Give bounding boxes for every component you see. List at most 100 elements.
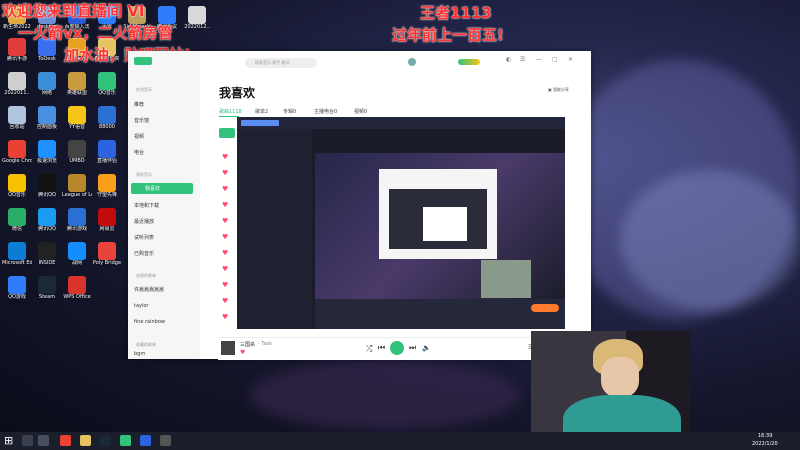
desktop-icon[interactable]: QQ音乐: [2, 174, 32, 198]
desktop-icon[interactable]: QQ游戏: [2, 276, 32, 300]
sidebar-section: 我的音乐: [136, 172, 152, 177]
album-cover[interactable]: [221, 341, 235, 355]
song-title: 三国杀: [240, 342, 256, 348]
sidebar-playlist[interactable]: bgm: [134, 351, 145, 357]
desktop-icon[interactable]: Microsoft Edge: [2, 242, 32, 266]
tab-playlists[interactable]: 歌单2: [255, 108, 268, 115]
sidebar-item-radio[interactable]: 电台: [134, 149, 144, 156]
desktop-icon[interactable]: 控制面板: [32, 106, 62, 130]
play-button[interactable]: [390, 341, 404, 355]
sidebar-playlist[interactable]: fine rainbow: [134, 319, 165, 325]
sidebar-item-recommend[interactable]: 推荐: [134, 101, 144, 108]
start-icon[interactable]: ⊞: [4, 434, 13, 447]
tab-albums[interactable]: 专辑0: [283, 108, 296, 115]
sidebar-item-trial[interactable]: 试听列表: [134, 234, 154, 241]
desktop-icon-label: QQ音乐: [98, 90, 116, 96]
sidebar-item-purchased[interactable]: 已购音乐: [134, 250, 154, 257]
close-icon[interactable]: ✕: [568, 56, 573, 63]
desktop-icon-label: 回收站: [9, 124, 25, 130]
desktop-icon[interactable]: 2022012..: [182, 6, 212, 30]
sidebar-playlist[interactable]: 许嵩嵩嵩嵩嵩: [134, 286, 164, 293]
desktop-icon[interactable]: 腾讯QQ: [32, 174, 62, 198]
folder-icon[interactable]: [80, 435, 91, 446]
desktop-icon[interactable]: 回收站: [2, 106, 32, 130]
heart-icon[interactable]: ♥: [222, 169, 228, 177]
desktop-icon[interactable]: 腾讯QQ: [32, 208, 62, 232]
app-icon: [8, 72, 26, 90]
sidebar-item-local[interactable]: 本地和下载: [134, 202, 159, 209]
maximize-icon[interactable]: ▢: [552, 56, 558, 63]
tab-radio[interactable]: 主播电台0: [314, 108, 337, 115]
heart-icon[interactable]: ♥: [222, 265, 228, 273]
volume-icon[interactable]: 🔈: [422, 344, 431, 352]
desktop-icon[interactable]: Poly Bridge: [92, 242, 122, 266]
desktop-icon[interactable]: 2022011..: [2, 72, 32, 96]
desktop-icon[interactable]: YY语音: [62, 106, 92, 130]
clock-date[interactable]: 2022/1/20: [752, 441, 778, 447]
heart-icon[interactable]: ♥: [222, 153, 228, 161]
heart-icon[interactable]: ♥: [222, 297, 228, 305]
user-avatar[interactable]: [408, 58, 416, 66]
desktop-icon[interactable]: 直播伴侣: [92, 140, 122, 164]
heart-icon[interactable]: ♥: [222, 233, 228, 241]
heart-icon[interactable]: ♥: [222, 313, 228, 321]
play-all-button[interactable]: [219, 128, 235, 138]
chrome-icon[interactable]: [60, 435, 71, 446]
sidebar-playlist[interactable]: taylor: [134, 303, 149, 309]
like-icon[interactable]: ♥: [240, 349, 245, 356]
app-icon: [68, 242, 86, 260]
sidebar-item-music-hall[interactable]: 音乐馆: [134, 117, 149, 124]
vip-badge[interactable]: [458, 59, 480, 65]
desktop-icon[interactable]: Google Chrome: [2, 140, 32, 164]
tab-videos[interactable]: 视频0: [354, 108, 367, 115]
taskbar: ⊞ 16:39 2022/1/20: [0, 432, 800, 450]
desktop-icon[interactable]: League of Legends: [62, 174, 92, 198]
next-icon[interactable]: ⏭: [409, 343, 416, 353]
desktop-icon[interactable]: 网易云: [92, 208, 122, 232]
heart-icon[interactable]: ♥: [222, 249, 228, 257]
desktop-icon[interactable]: 极速浏览: [32, 140, 62, 164]
shuffle-icon[interactable]: ⤮: [366, 344, 372, 354]
desktop-icon-label: Steam: [38, 294, 56, 300]
live-app-icon[interactable]: [140, 435, 151, 446]
heart-icon[interactable]: ♥: [222, 201, 228, 209]
task-view-icon[interactable]: [38, 435, 49, 446]
sidebar-item-favorites[interactable]: 我喜欢: [131, 183, 193, 194]
desktop-icon[interactable]: INSIDE: [32, 242, 62, 266]
skin-icon[interactable]: ◐: [506, 56, 511, 63]
app-icon: [98, 174, 116, 192]
desktop-icon[interactable]: UMBO: [62, 140, 92, 164]
desktop-icon[interactable]: 微信: [2, 208, 32, 232]
search-icon[interactable]: [22, 435, 33, 446]
desktop-icon[interactable]: 88000: [92, 106, 122, 130]
minimize-icon[interactable]: —: [536, 56, 542, 63]
heart-icon[interactable]: ♥: [222, 185, 228, 193]
app-icon: [38, 276, 56, 294]
desktop-icon[interactable]: Steam: [32, 276, 62, 300]
heart-icon[interactable]: ♥: [222, 217, 228, 225]
qqmusic-icon[interactable]: [120, 435, 131, 446]
heart-icon[interactable]: ♥: [222, 281, 228, 289]
desktop-icon[interactable]: 英雄联盟: [62, 72, 92, 96]
settings-icon[interactable]: ☰: [520, 56, 525, 63]
desktop-icon[interactable]: WPS Office: [62, 276, 92, 300]
desktop-icon[interactable]: 守望先锋: [92, 174, 122, 198]
obs-icon[interactable]: [160, 435, 171, 446]
desktop-icon[interactable]: QQ音乐: [92, 72, 122, 96]
smart-share-button[interactable]: ▣ 智能分享: [548, 87, 569, 93]
clock-time[interactable]: 16:39: [758, 433, 772, 439]
desktop-icon-label: 88000: [99, 124, 115, 130]
app-icon: [38, 106, 56, 124]
previous-icon[interactable]: ⏮: [378, 343, 385, 353]
sidebar-item-video[interactable]: 视频: [134, 133, 144, 140]
overlay-text: 过年前上一百五!: [392, 26, 504, 44]
desktop-icon[interactable]: 腾讯游戏: [62, 208, 92, 232]
desktop-icon[interactable]: 网络: [32, 72, 62, 96]
desktop-icon[interactable]: 战网: [62, 242, 92, 266]
embedded-panel: [237, 129, 312, 329]
desktop-icon-label: QQ音乐: [8, 192, 26, 198]
sidebar-item-recent[interactable]: 最近播放: [134, 218, 154, 225]
search-input[interactable]: 搜索音乐 歌手 歌词: [245, 58, 317, 68]
steam-icon[interactable]: [100, 435, 111, 446]
tab-songs[interactable]: 歌曲1118: [219, 108, 242, 115]
